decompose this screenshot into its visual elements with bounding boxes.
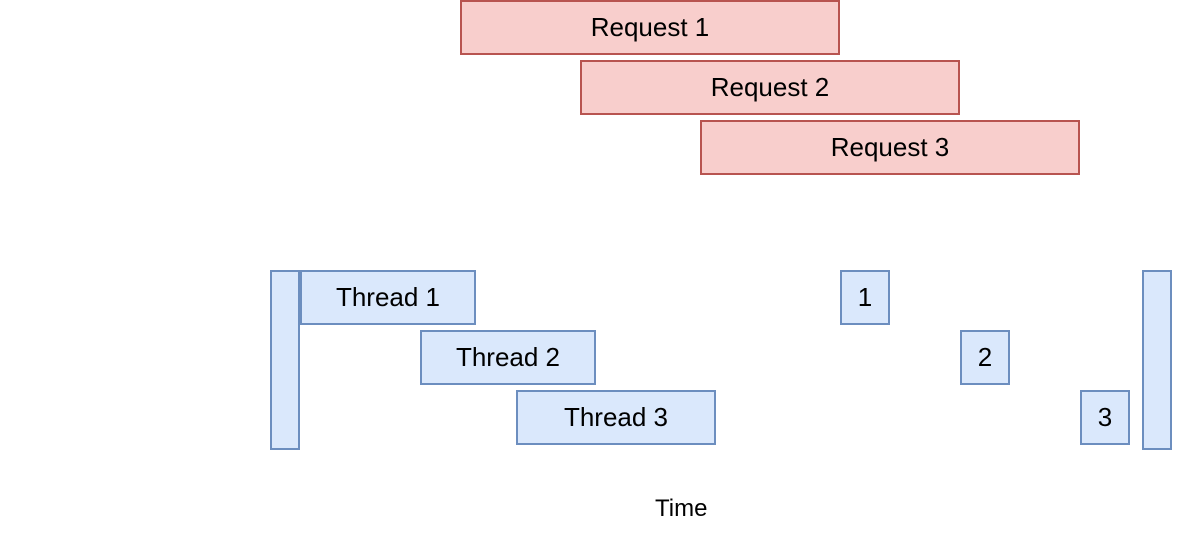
request-1-label: Request 1 <box>591 12 710 43</box>
thread-1-short-label: 1 <box>858 282 872 313</box>
thread-3-short-bar: 3 <box>1080 390 1130 445</box>
thread-1-short-bar: 1 <box>840 270 890 325</box>
request-2-label: Request 2 <box>711 72 830 103</box>
thread-1-bar: Thread 1 <box>300 270 476 325</box>
server-start-bar <box>270 270 300 450</box>
request-2-bar: Request 2 <box>580 60 960 115</box>
server-end-bar <box>1142 270 1172 450</box>
thread-1-label: Thread 1 <box>336 282 440 313</box>
thread-2-label: Thread 2 <box>456 342 560 373</box>
thread-2-short-label: 2 <box>978 342 992 373</box>
request-3-bar: Request 3 <box>700 120 1080 175</box>
request-3-label: Request 3 <box>831 132 950 163</box>
thread-3-label: Thread 3 <box>564 402 668 433</box>
thread-2-bar: Thread 2 <box>420 330 596 385</box>
thread-3-short-label: 3 <box>1098 402 1112 433</box>
thread-3-bar: Thread 3 <box>516 390 716 445</box>
thread-2-short-bar: 2 <box>960 330 1010 385</box>
request-1-bar: Request 1 <box>460 0 840 55</box>
x-axis-label: Time <box>653 495 709 523</box>
